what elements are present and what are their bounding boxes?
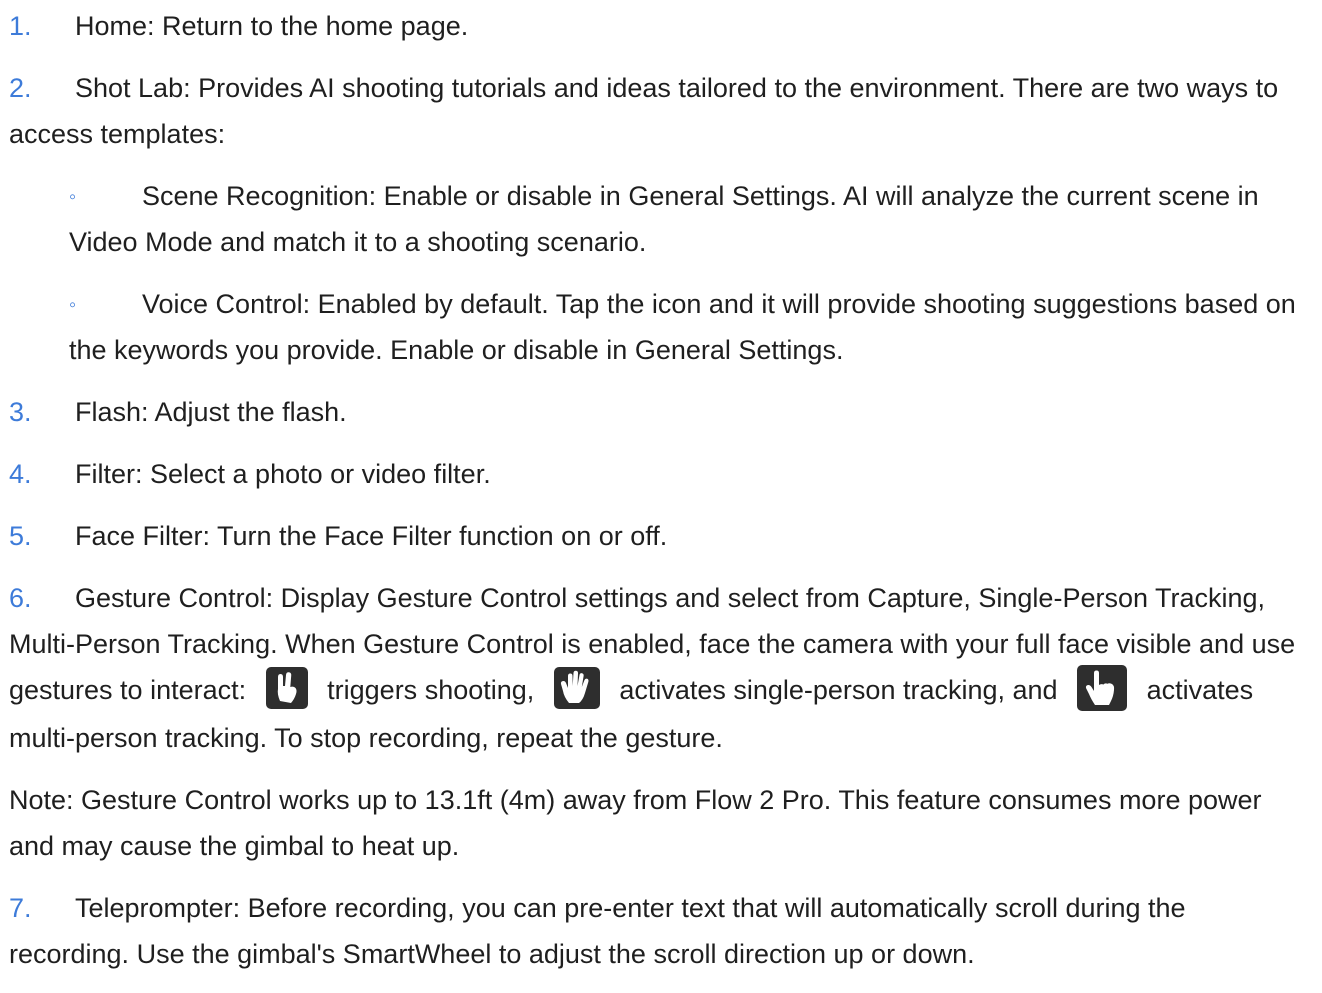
list-item-text: Filter: Select a photo or video filter. bbox=[75, 459, 491, 489]
list-item-teleprompter: 7. Teleprompter: Before recording, you ca… bbox=[9, 885, 1309, 977]
sub-item-text: Voice Control: Enabled by default. Tap t… bbox=[69, 289, 1296, 365]
manual-page: 1. Home: Return to the home page. 2. Shot … bbox=[9, 3, 1309, 993]
list-item-text: Shot Lab: Provides AI shooting tutorials… bbox=[9, 73, 1279, 149]
list-number: 7. bbox=[9, 892, 32, 923]
list-number: 3. bbox=[9, 397, 32, 427]
victory-hand-icon bbox=[265, 666, 308, 709]
list-item-home: 1. Home: Return to the home page. bbox=[9, 3, 1309, 49]
sub-item-text: Scene Recognition: Enable or disable in … bbox=[69, 181, 1259, 257]
list-item-shot-lab: 2. Shot Lab: Provides AI shooting tutoria… bbox=[9, 65, 1309, 157]
list-item-face-filter: 5. Face Filter: Turn the Face Filter func… bbox=[9, 513, 1309, 559]
gesture-text-c: activates single-person tracking, and bbox=[619, 675, 1058, 705]
list-number: 4. bbox=[9, 459, 32, 489]
list-item-flash: 3. Flash: Adjust the flash. bbox=[9, 389, 1309, 435]
note-text: Note: Gesture Control works up to 13.1ft… bbox=[9, 784, 1262, 861]
list-item-text: Home: Return to the home page. bbox=[75, 11, 469, 41]
open-palm-icon bbox=[553, 666, 600, 709]
list-item-gesture-control: 6. Gesture Control: Display Gesture Contr… bbox=[9, 575, 1309, 761]
list-number: 5. bbox=[9, 521, 32, 551]
pointing-finger-icon bbox=[1077, 664, 1128, 711]
gesture-text-b: triggers shooting, bbox=[327, 675, 535, 705]
list-number: 6. bbox=[9, 583, 32, 613]
bullet-icon: ◦ bbox=[69, 294, 77, 316]
list-number: 2. bbox=[9, 73, 32, 103]
sub-item-voice-control: ◦ Voice Control: Enabled by default. Tap … bbox=[69, 281, 1309, 373]
sub-item-scene-recognition: ◦ Scene Recognition: Enable or disable in… bbox=[69, 173, 1309, 265]
list-item-text: Flash: Adjust the flash. bbox=[75, 397, 347, 427]
list-item-filter: 4. Filter: Select a photo or video filter… bbox=[9, 451, 1309, 497]
list-item-text: Teleprompter: Before recording, you can … bbox=[9, 892, 1186, 969]
list-item-text: Face Filter: Turn the Face Filter functi… bbox=[75, 521, 668, 551]
list-number: 1. bbox=[9, 11, 32, 41]
bullet-icon: ◦ bbox=[69, 186, 77, 208]
